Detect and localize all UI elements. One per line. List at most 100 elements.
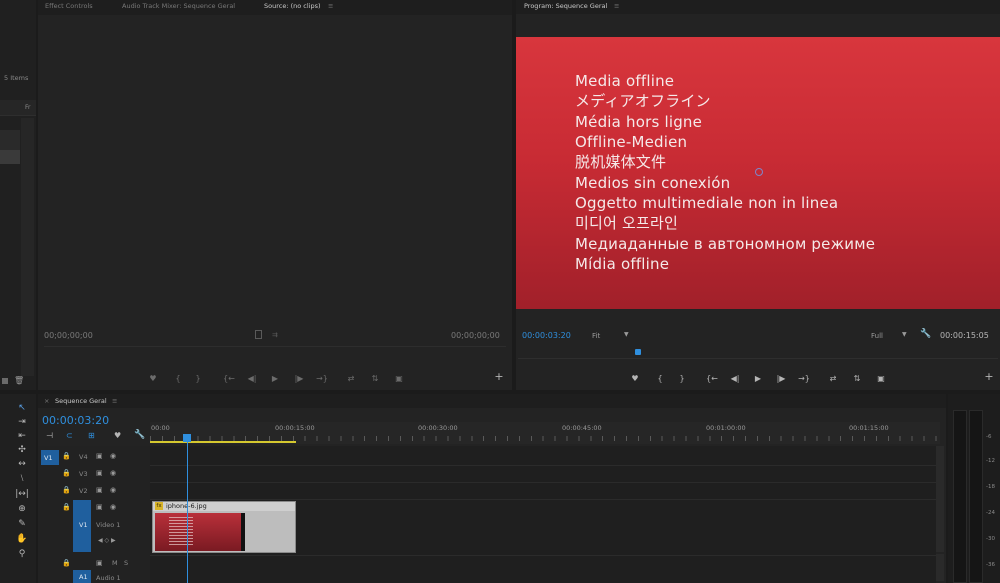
timeline-vertical-scrollbar-audio[interactable] bbox=[936, 554, 944, 581]
timeline-wrench-icon[interactable]: 🔧 bbox=[134, 430, 145, 440]
lift-button[interactable]: ⇄ bbox=[826, 374, 840, 384]
keyframe-nav-icon[interactable]: ◀ ◇ ▶ bbox=[98, 537, 116, 544]
zoom-tool-icon[interactable]: ⚲ bbox=[15, 548, 29, 560]
razor-tool-icon[interactable]: ⧵ bbox=[15, 473, 29, 485]
mark-out-button[interactable]: } bbox=[191, 374, 205, 384]
extract-button[interactable]: ⇅ bbox=[850, 374, 864, 384]
step-forward-button[interactable]: |▶ bbox=[774, 374, 788, 384]
insert-button[interactable]: ⇄ bbox=[344, 374, 358, 384]
add-button-icon[interactable]: + bbox=[492, 371, 506, 382]
project-list-row[interactable] bbox=[0, 130, 20, 150]
lock-icon[interactable]: 🔒 bbox=[62, 559, 71, 567]
tab-source[interactable]: Source: (no clips) bbox=[264, 2, 321, 10]
eye-icon[interactable]: ◉ bbox=[110, 503, 116, 511]
project-scrollbar[interactable] bbox=[21, 118, 34, 376]
play-button[interactable]: ▶ bbox=[268, 374, 282, 384]
program-current-timecode[interactable]: 00:00:03:20 bbox=[522, 331, 571, 340]
rate-stretch-tool-icon[interactable]: ↔ bbox=[15, 458, 29, 470]
lock-icon[interactable]: 🔒 bbox=[62, 503, 71, 511]
work-area-bar[interactable] bbox=[150, 441, 296, 443]
selection-tool-icon[interactable]: ↖ bbox=[15, 402, 29, 414]
nest-icon[interactable]: ⊞ bbox=[88, 431, 95, 440]
close-icon[interactable]: × bbox=[44, 397, 49, 405]
go-to-out-button[interactable]: →} bbox=[315, 374, 329, 384]
wrench-icon[interactable]: 🔧 bbox=[920, 329, 931, 339]
program-panel: Program: Sequence Geral ≡ Media offline … bbox=[516, 0, 1000, 390]
track-lanes[interactable]: fx iphone-6.jpg bbox=[150, 446, 936, 583]
eye-icon[interactable]: ◉ bbox=[110, 469, 116, 477]
go-to-in-button[interactable]: {← bbox=[705, 374, 719, 384]
sync-lock-icon[interactable]: ▣ bbox=[96, 503, 103, 511]
eye-icon[interactable]: ◉ bbox=[110, 452, 116, 460]
thumbnail-text-lines bbox=[169, 517, 193, 545]
project-list-row-selected[interactable] bbox=[0, 150, 20, 164]
rolling-edit-tool-icon[interactable]: ✣ bbox=[15, 444, 29, 456]
marker-icon[interactable]: ♥ bbox=[628, 374, 642, 384]
slip-tool-icon[interactable]: |↔| bbox=[15, 488, 29, 500]
source-export-icon[interactable]: ⇉ bbox=[272, 331, 278, 339]
column-header-frame-rate[interactable]: Fr bbox=[25, 104, 30, 111]
tab-audio-track-mixer[interactable]: Audio Track Mixer: Sequence Geral bbox=[122, 2, 235, 10]
media-offline-line: Mídia offline bbox=[575, 255, 670, 273]
source-zoom-track[interactable] bbox=[44, 346, 506, 354]
mark-in-button[interactable]: { bbox=[171, 374, 185, 384]
add-button-icon[interactable]: + bbox=[982, 371, 996, 382]
camera-icon[interactable]: ▣ bbox=[392, 374, 406, 384]
timeline-playhead-line[interactable] bbox=[187, 442, 188, 583]
items-count: 5 Items bbox=[4, 74, 29, 82]
hand-tool-icon[interactable]: ✋ bbox=[15, 533, 29, 545]
timeline-timecode[interactable]: 00:00:03:20 bbox=[42, 414, 109, 427]
media-offline-line: メディアオフライン bbox=[575, 92, 711, 110]
lock-icon[interactable]: 🔒 bbox=[62, 486, 71, 494]
mark-out-button[interactable]: } bbox=[675, 374, 689, 384]
media-offline-line: 미디어 오프라인 bbox=[575, 214, 678, 232]
sync-lock-icon[interactable]: ▣ bbox=[96, 469, 103, 477]
tab-sequence-geral[interactable]: Sequence Geral bbox=[55, 397, 107, 405]
meter-scale-label: -6 bbox=[986, 434, 992, 440]
go-to-out-button[interactable]: →} bbox=[797, 374, 811, 384]
timeline-ruler[interactable] bbox=[150, 422, 940, 444]
tab-effect-controls[interactable]: Effect Controls bbox=[45, 2, 93, 10]
mark-in-button[interactable]: { bbox=[653, 374, 667, 384]
pen-tool-icon[interactable]: ✎ bbox=[15, 518, 29, 530]
sync-lock-icon[interactable]: ▣ bbox=[96, 452, 103, 460]
playhead-marker[interactable] bbox=[635, 349, 641, 355]
eye-icon[interactable]: ◉ bbox=[110, 486, 116, 494]
timeline-playhead-handle[interactable] bbox=[183, 434, 191, 442]
timeline-vertical-scrollbar[interactable] bbox=[936, 446, 944, 552]
marker-icon[interactable]: ♥ bbox=[146, 374, 160, 384]
step-back-button[interactable]: ◀| bbox=[245, 374, 259, 384]
export-frame-camera-icon[interactable]: ▣ bbox=[874, 374, 888, 384]
go-to-in-button[interactable]: {← bbox=[222, 374, 236, 384]
source-panel: Effect Controls Audio Track Mixer: Seque… bbox=[38, 0, 512, 390]
slide-tool-icon[interactable]: ⊕ bbox=[15, 503, 29, 515]
tab-program[interactable]: Program: Sequence Geral bbox=[524, 2, 607, 10]
trash-icon[interactable]: 🗑 bbox=[14, 376, 24, 385]
solo-button[interactable]: S bbox=[124, 559, 128, 567]
source-settings-icon[interactable] bbox=[255, 330, 262, 339]
ripple-edit-tool-icon[interactable]: ⇤ bbox=[15, 430, 29, 442]
media-offline-line: Медиаданные в автономном режиме bbox=[575, 235, 876, 253]
program-time-ruler[interactable] bbox=[518, 346, 998, 368]
panel-menu-icon[interactable]: ≡ bbox=[328, 2, 333, 10]
quality-dropdown[interactable]: Full ▼ bbox=[871, 331, 911, 341]
sequence-menu-icon[interactable]: ≡ bbox=[112, 397, 117, 405]
mute-button[interactable]: M bbox=[112, 559, 118, 567]
add-marker-icon[interactable]: ♥ bbox=[114, 431, 121, 440]
lock-icon[interactable]: 🔒 bbox=[62, 452, 71, 460]
linked-selection-icon[interactable]: ⊂ bbox=[66, 431, 73, 440]
overwrite-button[interactable]: ⇅ bbox=[368, 374, 382, 384]
sync-lock-icon[interactable]: ▣ bbox=[96, 486, 103, 494]
step-back-button[interactable]: ◀| bbox=[728, 374, 742, 384]
meter-scale-label: -12 bbox=[986, 458, 995, 464]
list-view-icon[interactable] bbox=[2, 378, 8, 384]
step-forward-button[interactable]: |▶ bbox=[292, 374, 306, 384]
track-select-tool-icon[interactable]: ⇥ bbox=[15, 416, 29, 428]
snap-icon[interactable]: ⊣ bbox=[46, 431, 53, 440]
program-menu-icon[interactable]: ≡ bbox=[614, 2, 619, 10]
timeline-clip[interactable]: fx iphone-6.jpg bbox=[152, 501, 296, 553]
lock-icon[interactable]: 🔒 bbox=[62, 469, 71, 477]
play-button[interactable]: ▶ bbox=[751, 374, 765, 384]
sync-lock-icon[interactable]: ▣ bbox=[96, 559, 103, 567]
fit-dropdown[interactable]: Fit ▼ bbox=[592, 331, 636, 341]
